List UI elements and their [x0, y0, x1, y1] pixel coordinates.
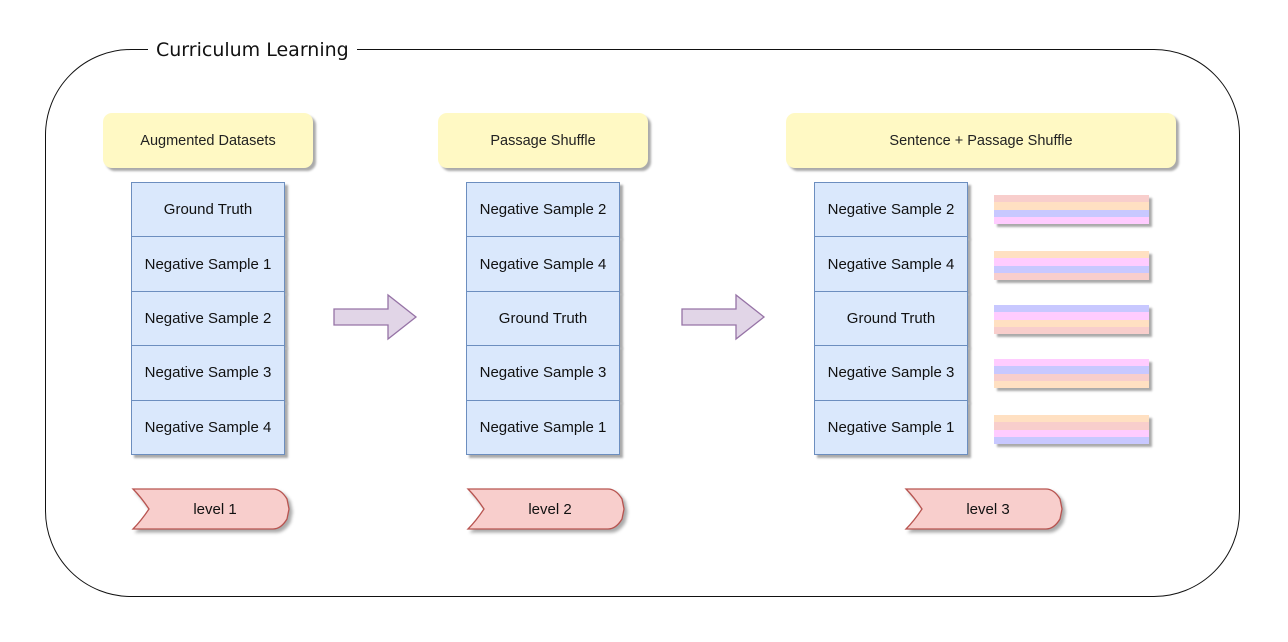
- sentence-stripe: [994, 305, 1149, 313]
- stage-2-item: Negative Sample 2: [466, 182, 620, 238]
- level-3-badge: level 3: [904, 487, 1064, 531]
- sentence-stripe: [994, 415, 1149, 423]
- level-2-badge: level 2: [466, 487, 626, 531]
- stage-3-stack: Negative Sample 2 Negative Sample 4 Grou…: [814, 182, 968, 455]
- stage-3-item: Negative Sample 4: [814, 236, 968, 292]
- stage-2-item: Negative Sample 4: [466, 236, 620, 292]
- sentence-stripe: [994, 258, 1149, 266]
- stage-2-header: Passage Shuffle: [438, 113, 648, 168]
- shuffled-sentences-bar: [994, 415, 1149, 444]
- stage-3-item: Negative Sample 3: [814, 345, 968, 401]
- stage-3-header-label: Sentence + Passage Shuffle: [889, 132, 1073, 149]
- sentence-stripe: [994, 436, 1149, 444]
- stage-2-header-label: Passage Shuffle: [490, 132, 596, 149]
- sentence-stripe: [994, 366, 1149, 374]
- stage-1-item: Negative Sample 2: [131, 290, 285, 347]
- sentence-stripe: [994, 422, 1149, 430]
- arrow-right-icon: [333, 293, 418, 341]
- sentence-stripe: [994, 312, 1149, 320]
- sentence-stripe: [994, 380, 1149, 388]
- frame-title: Curriculum Learning: [148, 36, 357, 64]
- shuffled-sentences-bar: [994, 251, 1149, 280]
- level-2-label: level 2: [528, 500, 572, 518]
- sentence-stripe: [994, 272, 1149, 280]
- sentence-stripe: [994, 216, 1149, 224]
- sentence-stripe: [994, 209, 1149, 217]
- level-1-badge: level 1: [131, 487, 291, 531]
- stage-2-item: Negative Sample 1: [466, 399, 620, 455]
- sentence-stripe: [994, 319, 1149, 327]
- sentence-stripe: [994, 359, 1149, 367]
- sentence-stripe: [994, 251, 1149, 259]
- sentence-stripe: [994, 326, 1149, 334]
- stage-1-header-label: Augmented Datasets: [140, 132, 276, 149]
- level-3-label: level 3: [966, 500, 1010, 518]
- stage-1-item: Negative Sample 4: [131, 399, 285, 455]
- sentence-stripe: [994, 202, 1149, 210]
- stage-2-item: Negative Sample 3: [466, 345, 620, 401]
- shuffled-sentences-bar: [994, 305, 1149, 334]
- stage-3-item: Negative Sample 1: [814, 399, 968, 455]
- stage-3-item: Ground Truth: [814, 290, 968, 347]
- stage-1-header: Augmented Datasets: [103, 113, 313, 168]
- stage-3-item: Negative Sample 2: [814, 182, 968, 238]
- stage-3-header: Sentence + Passage Shuffle: [786, 113, 1176, 168]
- stage-2-item: Ground Truth: [466, 290, 620, 347]
- arrow-right-icon: [681, 293, 766, 341]
- sentence-stripe: [994, 373, 1149, 381]
- stage-1-item: Negative Sample 1: [131, 236, 285, 292]
- stage-1-stack: Ground Truth Negative Sample 1 Negative …: [131, 182, 285, 455]
- sentence-stripe: [994, 195, 1149, 203]
- shuffled-sentences-bar: [994, 195, 1149, 224]
- shuffled-sentences-bar: [994, 359, 1149, 388]
- stage-1-item: Negative Sample 3: [131, 345, 285, 401]
- stage-2-stack: Negative Sample 2 Negative Sample 4 Grou…: [466, 182, 620, 455]
- stage-1-item: Ground Truth: [131, 182, 285, 238]
- level-1-label: level 1: [193, 500, 237, 518]
- sentence-stripe: [994, 429, 1149, 437]
- sentence-stripe: [994, 265, 1149, 273]
